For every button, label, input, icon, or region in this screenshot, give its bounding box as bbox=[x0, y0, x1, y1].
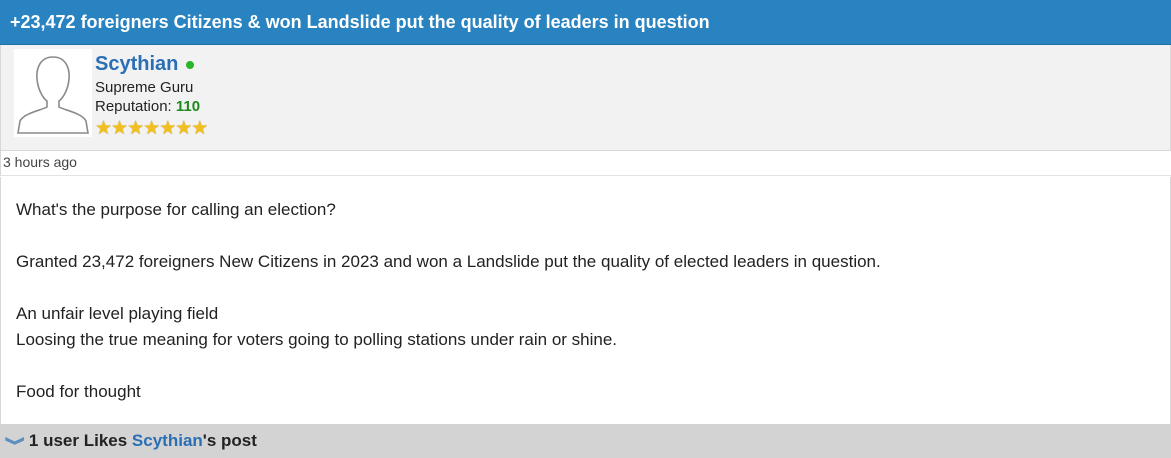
star-icon: ★ bbox=[127, 118, 145, 139]
star-icon: ★ bbox=[159, 118, 177, 139]
default-avatar-icon bbox=[17, 56, 89, 134]
avatar[interactable] bbox=[14, 49, 92, 137]
post-line: What's the purpose for calling an electi… bbox=[16, 200, 336, 219]
star-icon: ★ bbox=[95, 118, 113, 139]
post-line bbox=[16, 353, 1170, 379]
post-line: Loosing the true meaning for voters goin… bbox=[16, 330, 618, 349]
thread-title: +23,472 foreigners Citizens & won Landsl… bbox=[0, 0, 1171, 45]
likes-prefix: 1 user Likes bbox=[28, 431, 132, 450]
user-title: Supreme Guru bbox=[95, 79, 194, 96]
likes-bar[interactable]: ❯ 1 user Likes Scythian's post bbox=[0, 424, 1171, 458]
star-icon: ★ bbox=[191, 118, 209, 139]
star-icon: ★ bbox=[111, 118, 129, 139]
online-status-icon bbox=[186, 61, 195, 69]
post-date[interactable]: 3 hours ago bbox=[0, 151, 1171, 176]
post-line: An unfair level playing field bbox=[16, 304, 219, 323]
post-line bbox=[16, 223, 1170, 249]
post-line: Food for thought bbox=[16, 382, 141, 401]
post-line bbox=[16, 275, 1170, 301]
star-icon: ★ bbox=[175, 118, 193, 139]
star-icon: ★ bbox=[143, 118, 161, 139]
reputation-label: Reputation: bbox=[95, 98, 172, 115]
username-row: Scythian bbox=[95, 51, 195, 77]
reputation-value[interactable]: 110 bbox=[176, 98, 200, 115]
reputation: Reputation: 110 bbox=[95, 98, 200, 115]
post-line: Granted 23,472 foreigners New Citizens i… bbox=[16, 252, 881, 271]
post-body: What's the purpose for calling an electi… bbox=[0, 177, 1171, 424]
chevron-down-icon[interactable]: ❯ bbox=[4, 436, 27, 447]
username-link[interactable]: Scythian bbox=[95, 53, 178, 76]
rank-stars: ★ ★ ★ ★ ★ ★ ★ bbox=[95, 118, 209, 139]
author-panel: Scythian Supreme Guru Reputation: 110 ★ … bbox=[0, 45, 1171, 151]
likes-suffix: 's post bbox=[202, 431, 257, 450]
likes-user-link[interactable]: Scythian bbox=[132, 431, 203, 451]
